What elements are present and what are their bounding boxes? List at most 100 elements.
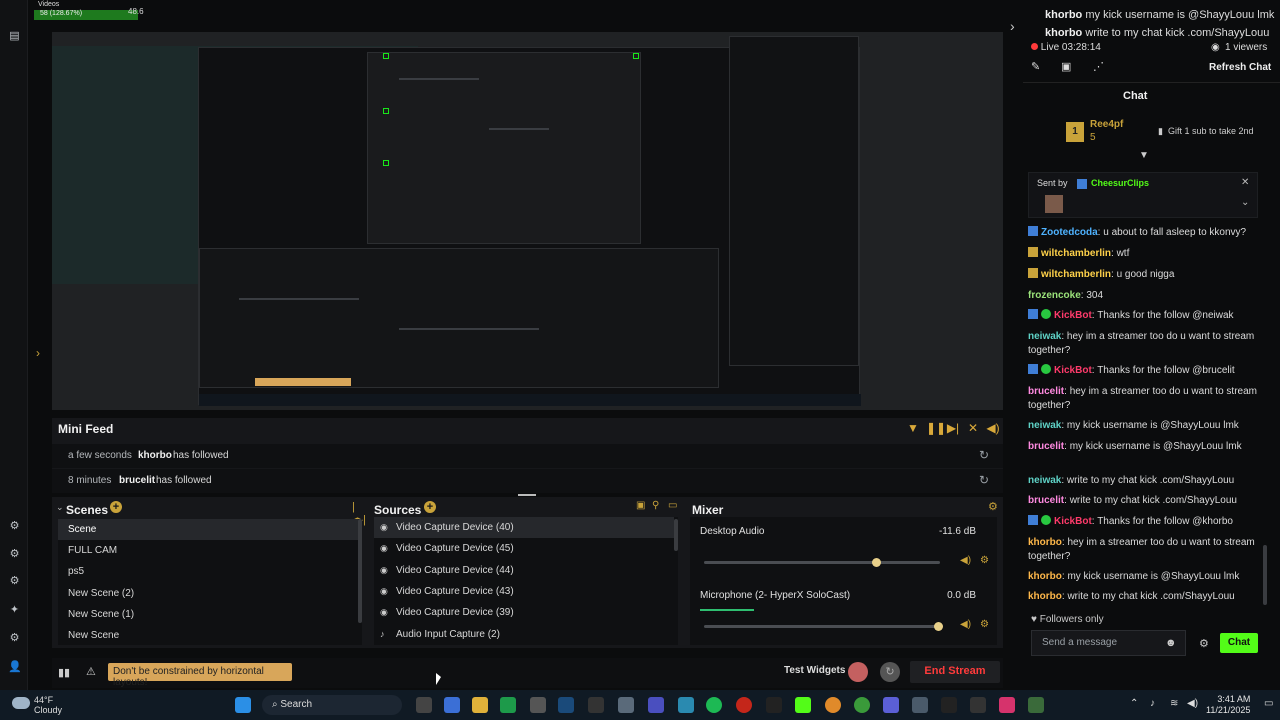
source-item[interactable]: ◉ Video Capture Device (39): [374, 602, 674, 623]
speaker-icon[interactable]: ◀): [960, 555, 971, 566]
volume-icon[interactable]: ◀): [986, 421, 1000, 435]
settings-icon[interactable]: ⚙: [8, 632, 21, 645]
microphone-icon[interactable]: ♪: [1150, 698, 1155, 709]
sparkle-icon[interactable]: ✦: [8, 604, 21, 617]
settings-dock-icon[interactable]: ⚙: [8, 548, 21, 561]
chat-user[interactable]: KickBot: [1054, 365, 1092, 376]
chevron-right-icon[interactable]: ›: [1010, 18, 1015, 34]
file-explorer-icon[interactable]: [472, 697, 488, 713]
app-icon[interactable]: [678, 697, 694, 713]
chat-user[interactable]: brucelit: [1028, 495, 1064, 506]
app-icon[interactable]: [648, 697, 664, 713]
obs-icon[interactable]: [588, 697, 604, 713]
chat-user[interactable]: neiwak: [1028, 475, 1061, 486]
chevron-right-icon[interactable]: ›: [36, 346, 46, 360]
emoji-icon[interactable]: ☻: [1165, 637, 1177, 649]
chat-user[interactable]: khorbo: [1028, 537, 1062, 548]
chat-user[interactable]: wiltchamberlin: [1041, 269, 1111, 280]
pause-icon[interactable]: ❚❚: [926, 421, 946, 435]
task-view-icon[interactable]: [416, 697, 432, 713]
volume-slider[interactable]: [704, 558, 940, 567]
chat-user[interactable]: khorbo: [1028, 591, 1062, 602]
taskbar-clock[interactable]: 3:41 AM 11/21/2025: [1206, 694, 1250, 716]
tip-banner[interactable]: Don't be constrained by horizontal layou…: [108, 663, 292, 688]
speaker-icon[interactable]: ◀): [1187, 698, 1198, 709]
gear-icon[interactable]: ⚙: [980, 619, 989, 630]
chat-user[interactable]: frozencoke: [1028, 290, 1081, 301]
scene-item[interactable]: Scene: [58, 519, 358, 540]
user-icon[interactable]: 👤: [8, 661, 22, 674]
chat-user[interactable]: wiltchamberlin: [1041, 248, 1111, 259]
tiktok-icon[interactable]: [999, 697, 1015, 713]
edit-icon[interactable]: ✎: [1031, 60, 1040, 73]
send-message-input[interactable]: Send a message: [1031, 630, 1186, 656]
wifi-icon[interactable]: ≋: [1170, 698, 1178, 709]
scene-dock-icon[interactable]: ⚙: [8, 520, 21, 533]
source-item[interactable]: ◉ Video Capture Device (45): [374, 538, 674, 559]
scene-item[interactable]: ps5: [58, 561, 358, 582]
copilot-icon[interactable]: [444, 697, 460, 713]
add-scene-icon[interactable]: +: [110, 501, 122, 513]
folder-icon[interactable]: ▭: [668, 500, 677, 511]
taskbar-search[interactable]: ⌕ Search: [262, 695, 402, 715]
scene-item[interactable]: New Scene (2): [58, 583, 358, 604]
weather-widget[interactable]: 44°F Cloudy: [12, 695, 62, 715]
gear-icon[interactable]: ⚙: [980, 555, 989, 566]
chat-user[interactable]: Zootedcoda: [1041, 227, 1098, 238]
chat-user[interactable]: khorbo: [1028, 571, 1062, 582]
add-source-icon[interactable]: +: [424, 501, 436, 513]
source-tool-icon[interactable]: ▣: [636, 500, 645, 511]
skip-icon[interactable]: ▶|: [946, 421, 960, 435]
chat-user[interactable]: brucelit: [1028, 386, 1064, 397]
refresh-chat-button[interactable]: Refresh Chat: [1209, 62, 1271, 73]
pin-down-icon[interactable]: ▼: [1139, 150, 1149, 161]
chrome-icon[interactable]: [854, 697, 870, 713]
app-icon[interactable]: [883, 697, 899, 713]
source-item[interactable]: ◉ Video Capture Device (40): [374, 517, 674, 538]
chat-user[interactable]: KickBot: [1054, 310, 1092, 321]
chat-user[interactable]: brucelit: [1028, 441, 1064, 452]
speaker-icon[interactable]: ◀): [960, 619, 971, 630]
settings-app-icon[interactable]: [618, 697, 634, 713]
scene-item[interactable]: New Scene (1): [58, 604, 358, 625]
chevron-up-icon[interactable]: ⌃: [1130, 698, 1138, 709]
chevron-down-icon[interactable]: ⌄: [1241, 197, 1249, 208]
end-stream-button[interactable]: End Stream: [910, 661, 1000, 683]
scene-item[interactable]: FULL CAM: [58, 540, 358, 561]
spotify-icon[interactable]: [706, 697, 722, 713]
volume-slider[interactable]: [704, 622, 943, 631]
stats-icon[interactable]: ▮▮: [58, 666, 70, 679]
notification-icon[interactable]: ▭: [1264, 698, 1273, 709]
steam-icon[interactable]: [558, 697, 574, 713]
share-icon[interactable]: ⋰: [1093, 60, 1104, 73]
gear-dock-icon[interactable]: ⚙: [8, 575, 21, 588]
chat-user[interactable]: neiwak: [1028, 420, 1061, 431]
mute-alerts-icon[interactable]: ✕: [966, 421, 980, 435]
windows-start-icon[interactable]: [235, 697, 251, 713]
dock-icon[interactable]: ▤: [8, 30, 21, 43]
slider-knob[interactable]: [934, 622, 943, 631]
record-icon[interactable]: [848, 662, 868, 682]
filter-icon[interactable]: ▼: [906, 421, 920, 435]
replay-icon[interactable]: ↻: [979, 473, 989, 487]
scrollbar[interactable]: [358, 519, 362, 623]
epic-games-icon[interactable]: [530, 697, 546, 713]
chat-user[interactable]: neiwak: [1028, 331, 1061, 342]
source-item[interactable]: ♪ Audio Input Capture (2): [374, 624, 674, 645]
scrollbar[interactable]: [674, 519, 678, 551]
chat-send-button[interactable]: Chat: [1220, 633, 1258, 653]
gear-icon[interactable]: ⚙: [1199, 637, 1209, 650]
scene-item[interactable]: New Scene: [58, 625, 358, 646]
chat-user[interactable]: KickBot: [1054, 516, 1092, 527]
app-icon[interactable]: [1028, 697, 1044, 713]
app-icon[interactable]: [941, 697, 957, 713]
source-item[interactable]: ◉ Video Capture Device (44): [374, 560, 674, 581]
replay-icon[interactable]: ↻: [979, 448, 989, 462]
test-widgets-button[interactable]: Test Widgets: [784, 665, 845, 676]
gear-icon[interactable]: ⚙: [988, 500, 998, 513]
pin-icon[interactable]: ▣: [1061, 60, 1071, 73]
unpin-icon[interactable]: ✕: [1241, 177, 1249, 188]
kick-icon[interactable]: [795, 697, 811, 713]
collapse-icon[interactable]: ⌄: [56, 502, 64, 513]
lock-icon[interactable]: ⚲: [652, 500, 659, 511]
